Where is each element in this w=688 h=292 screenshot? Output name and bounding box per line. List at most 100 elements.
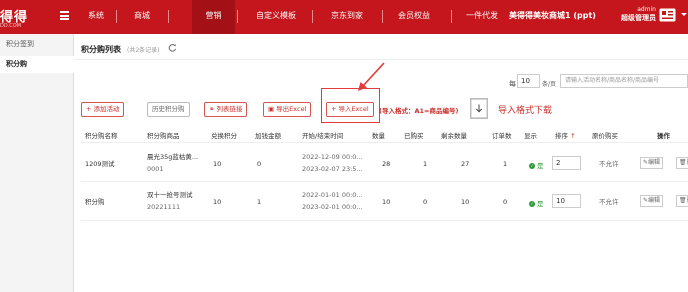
admin-info[interactable]: admin 超级管理员 [620, 5, 656, 23]
nav-item-mall[interactable]: 商城 [122, 0, 162, 34]
per-page-label: 每 [509, 80, 516, 88]
col-header-remaining: 剩余数量 [441, 132, 467, 140]
cell-points: 10 [213, 198, 222, 206]
nav-item-templates[interactable]: 自定义模板 [244, 0, 308, 34]
per-page-unit: 条/页 [542, 81, 557, 88]
check-icon: ✓ [529, 163, 535, 169]
list-link-label: 列表链接 [216, 105, 243, 113]
cell-original-buy: 不允许 [599, 160, 619, 168]
cell-product[interactable]: 双十一抢号测试 [147, 190, 193, 201]
cell-points: 10 [213, 160, 222, 168]
col-header-time: 开始/结束时间 [302, 132, 344, 140]
col-header-original: 原价购买 [592, 132, 618, 140]
show-status-text: 是 [537, 200, 544, 208]
shop-name[interactable]: 美得得美妆商城1 (ppt) [509, 0, 596, 34]
delete-icon: 🗑 [679, 197, 687, 204]
cell-end-time: 2023-02-07 23:5... [302, 165, 363, 173]
sort-input[interactable]: 10 [552, 194, 581, 208]
nav-divider [312, 10, 313, 23]
add-activity-label: 添加活动 [93, 105, 120, 113]
per-page-input[interactable]: 10 [517, 74, 540, 88]
check-icon: ✓ [529, 201, 535, 207]
export-excel-button[interactable]: ▣ 导出Excel [263, 102, 312, 117]
add-activity-button[interactable]: + 添加活动 [81, 102, 125, 117]
link-icon: ⚭ [209, 105, 215, 113]
sort-input[interactable]: 2 [552, 156, 581, 170]
cell-qty: 28 [382, 160, 391, 168]
cell-name: 积分购 [85, 198, 105, 206]
export-excel-label: 导出Excel [276, 105, 307, 113]
col-header-product: 积分购商品 [147, 132, 180, 140]
menu-toggle-icon[interactable] [60, 11, 69, 20]
logo-subtext: DD.COM [0, 23, 22, 29]
download-icon[interactable] [470, 98, 488, 119]
top-nav-bar: 得得 DD.COM 系统 商城 营销 自定义模板 京东到家 会员权益 一件代发 … [0, 0, 688, 34]
nav-divider [237, 10, 238, 23]
sidebar: 积分签到 积分购 [0, 34, 74, 292]
row-divider [81, 220, 688, 221]
refresh-icon[interactable] [168, 43, 177, 52]
col-header-money: 加钱金额 [255, 132, 281, 140]
cell-product-code: 20221111 [147, 203, 181, 211]
nav-item-marketing[interactable]: 营销 [192, 0, 235, 34]
search-input[interactable]: 请输入活动名称/商品名称/商品编号 [560, 74, 688, 88]
download-format-label[interactable]: 导入格式下载 [498, 103, 552, 116]
sidebar-item-points-purchase[interactable]: 积分购 [0, 56, 74, 73]
col-header-orders: 订单数 [492, 132, 512, 140]
cell-product[interactable]: 晨光35g蓝枯黄... [147, 152, 198, 163]
cell-start-time: 2022-12-09 00:0... [302, 153, 363, 161]
cell-remaining: 10 [461, 198, 470, 206]
nav-divider [168, 10, 169, 23]
chevron-down-icon[interactable] [681, 13, 687, 16]
plus-icon: + [86, 105, 92, 113]
edit-label: 编辑 [648, 197, 661, 204]
cell-orders: 0 [503, 198, 508, 206]
show-toggle[interactable]: ✓ 是 [529, 160, 544, 170]
nav-item-system[interactable]: 系统 [78, 0, 114, 34]
nav-item-member-benefits[interactable]: 会员权益 [384, 0, 444, 34]
nav-divider [382, 10, 383, 23]
show-toggle[interactable]: ✓ 是 [529, 198, 544, 208]
delete-button[interactable]: 🗑删 [676, 195, 688, 207]
col-header-name: 积分购名称 [85, 132, 118, 140]
export-icon: ▣ [268, 105, 275, 113]
show-status-text: 是 [537, 162, 544, 170]
list-link-button[interactable]: ⚭ 列表链接 [204, 102, 248, 117]
cell-money: 1 [257, 198, 262, 206]
edit-button[interactable]: ✎编辑 [640, 157, 664, 169]
edit-button[interactable]: ✎编辑 [640, 195, 664, 207]
sidebar-item-points-checkin[interactable]: 积分签到 [0, 36, 74, 53]
page-title: 积分购列表 [81, 45, 121, 54]
history-button[interactable]: 历史积分购 [147, 102, 190, 117]
edit-label: 编辑 [648, 159, 661, 166]
col-header-qty: 数量 [372, 132, 385, 140]
admin-role: 超级管理员 [621, 14, 656, 22]
nav-item-jd-daojia[interactable]: 京东到家 [318, 0, 376, 34]
cell-remaining: 27 [461, 160, 470, 168]
nav-divider [116, 10, 117, 23]
sort-arrow-icon: ↑ [570, 132, 576, 140]
cell-start-time: 2022-01-01 00:0... [302, 191, 363, 199]
cell-end-time: 2023-02-01 00:0... [302, 203, 363, 211]
cell-bought: 1 [423, 160, 428, 168]
cell-name: 1209测试 [85, 160, 115, 168]
admin-name: admin [637, 6, 656, 13]
sort-label: 排序 [555, 132, 568, 140]
cell-money: 0 [257, 160, 262, 168]
col-header-bought: 已购买 [404, 132, 424, 140]
col-header-show: 显示 [524, 132, 537, 140]
history-label: 历史积分购 [152, 105, 185, 113]
arrow-annotation-icon [358, 62, 385, 91]
avatar-icon[interactable] [659, 8, 676, 22]
delete-icon: 🗑 [679, 159, 687, 166]
nav-divider [451, 10, 452, 23]
import-format-hint: (导入格式：A1=商品编号) [379, 107, 459, 115]
col-header-ops: 操作 [657, 132, 670, 140]
cell-orders: 1 [503, 160, 508, 168]
row-divider [81, 181, 688, 182]
col-header-points: 兑换积分 [211, 132, 237, 140]
nav-item-dropship[interactable]: 一件代发 [453, 0, 511, 34]
col-header-sort[interactable]: 排序 ↑ [555, 130, 576, 140]
brand-logo[interactable]: 得得 DD.COM [0, 4, 42, 30]
delete-button[interactable]: 🗑删 [676, 157, 688, 169]
